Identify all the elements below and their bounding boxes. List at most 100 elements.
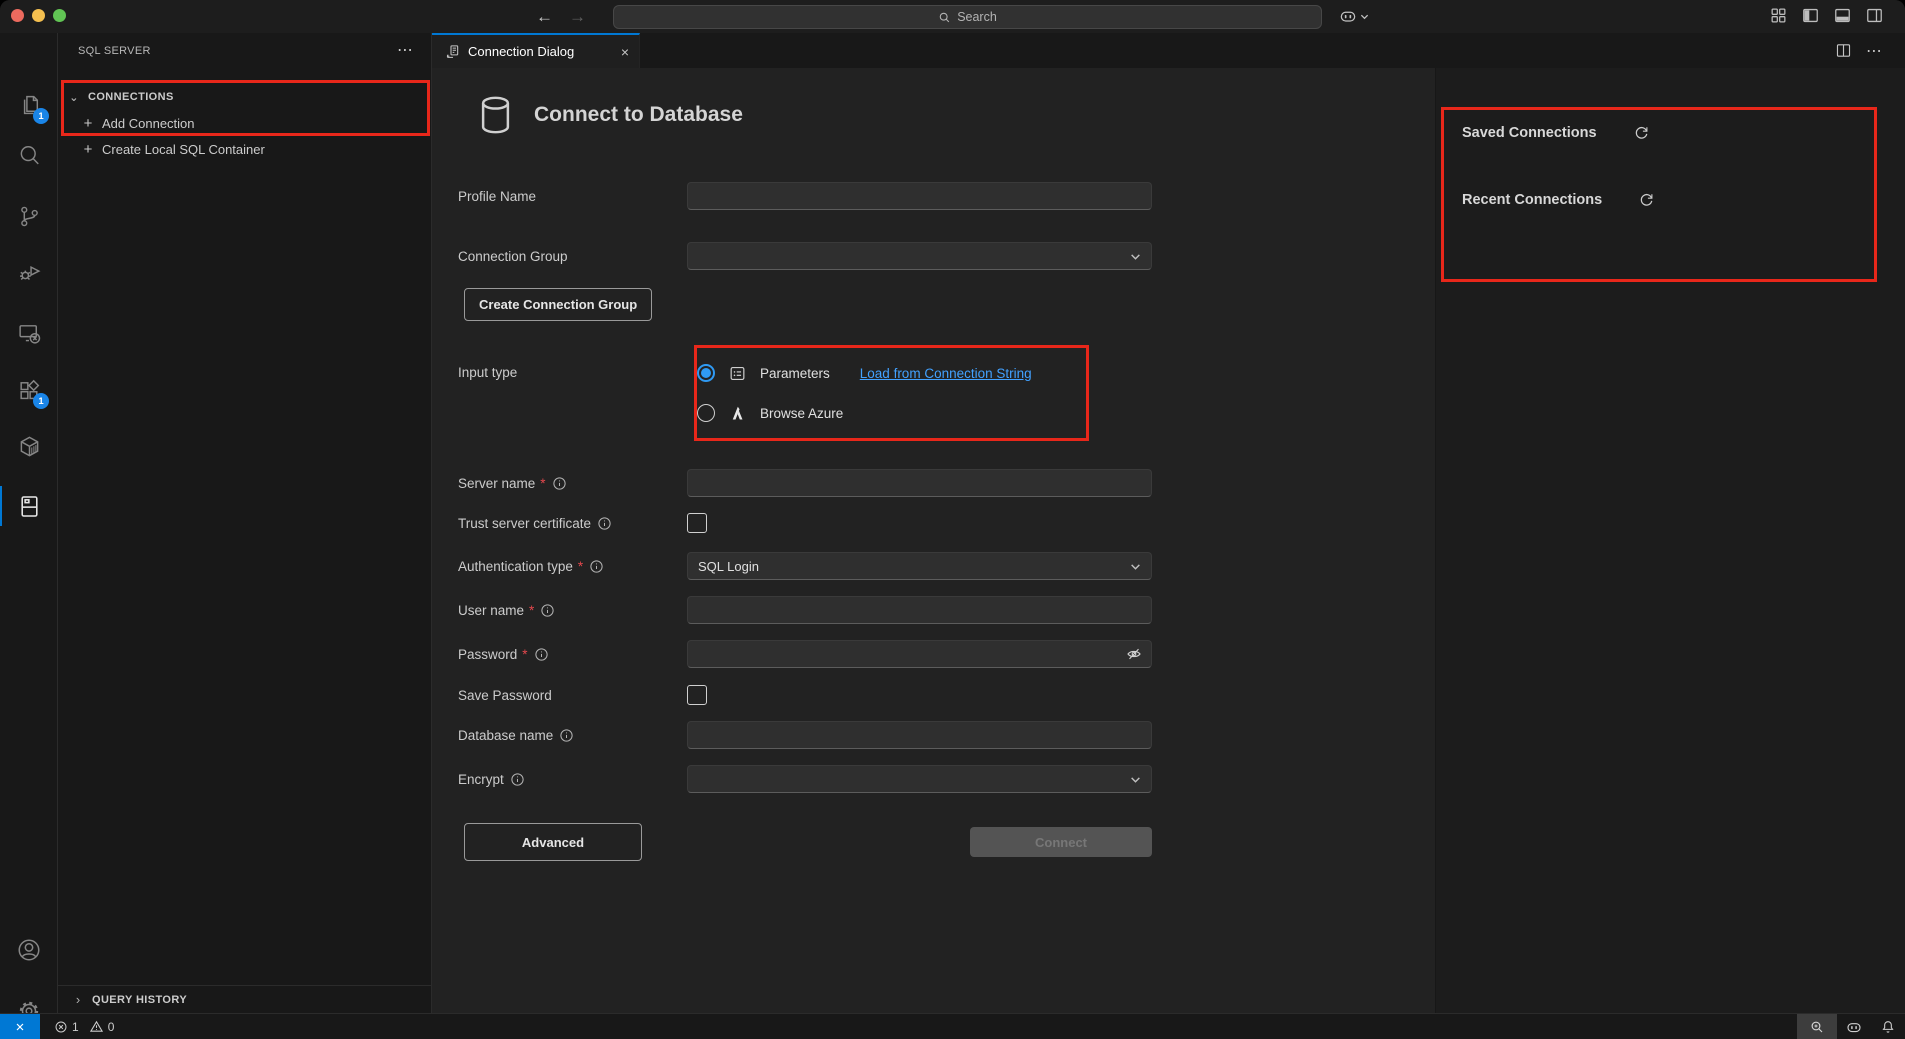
load-from-connection-string-link[interactable]: Load from Connection String (860, 366, 1032, 381)
create-connection-group-button[interactable]: Create Connection Group (464, 288, 652, 321)
user-name-label: User name (458, 603, 524, 618)
database-name-row: Database name (458, 721, 1435, 749)
zoom-window-button[interactable] (53, 9, 66, 22)
info-icon[interactable] (534, 647, 549, 662)
workbench: 1 1 (0, 33, 1905, 1013)
trust-cert-row: Trust server certificate (458, 513, 1435, 533)
customize-layout-icon[interactable] (1769, 6, 1788, 25)
connection-form: Connect to Database Profile Name Connect… (432, 68, 1436, 1013)
notifications-bell[interactable] (1871, 1014, 1905, 1039)
input-type-row: Input type Parameters Load from Connecti… (458, 356, 1435, 430)
chevron-down-icon (1130, 251, 1141, 262)
profile-name-input[interactable] (687, 182, 1152, 210)
toggle-panel-icon[interactable] (1833, 6, 1852, 25)
save-password-checkbox[interactable] (687, 685, 707, 705)
sidebar-sql-server: SQL SERVER ⋯ ⌄ CONNECTIONS + Add Connect… (58, 33, 432, 1013)
extensions-badge: 1 (33, 393, 49, 409)
editor-actions: ⋯ (1835, 33, 1905, 68)
connection-group-row: Connection Group (458, 242, 1435, 270)
explorer-icon[interactable]: 1 (0, 81, 58, 129)
info-icon[interactable] (510, 772, 525, 787)
encrypt-row: Encrypt (458, 765, 1435, 793)
zoom-status-item[interactable] (1797, 1014, 1837, 1039)
window-controls (11, 9, 66, 22)
layout-controls (1769, 6, 1884, 25)
vscode-window: ← → Search 1 (0, 0, 1905, 1039)
create-local-sql-container-item[interactable]: + Create Local SQL Container (58, 136, 431, 162)
toggle-primary-sidebar-icon[interactable] (1801, 6, 1820, 25)
warning-count: 0 (108, 1020, 115, 1034)
run-debug-icon[interactable] (0, 247, 58, 295)
refresh-icon[interactable] (1638, 191, 1655, 208)
add-connection-item[interactable]: + Add Connection (58, 110, 431, 136)
parameters-option: Parameters Load from Connection String (697, 356, 1152, 390)
info-icon[interactable] (540, 603, 555, 618)
accounts-icon[interactable] (0, 926, 58, 974)
plus-icon: + (80, 115, 96, 132)
profile-name-row: Profile Name (458, 182, 1435, 210)
encrypt-select[interactable] (687, 765, 1152, 793)
command-center-search[interactable]: Search (613, 5, 1322, 29)
connections-lists-panel: Saved Connections Recent Connections (1436, 68, 1905, 1013)
source-control-icon[interactable] (0, 192, 58, 240)
toggle-password-visibility-icon[interactable] (1125, 645, 1143, 663)
history-nav: ← → (536, 0, 586, 33)
editor-more-actions-icon[interactable]: ⋯ (1866, 41, 1882, 61)
info-icon[interactable] (597, 516, 612, 531)
input-type-label: Input type (458, 356, 687, 380)
required-asterisk: * (522, 647, 527, 662)
refresh-icon[interactable] (1633, 124, 1650, 141)
sidebar-header: SQL SERVER ⋯ (58, 33, 431, 68)
database-name-input[interactable] (687, 721, 1152, 749)
user-name-input[interactable] (687, 596, 1152, 624)
minimize-window-button[interactable] (32, 9, 45, 22)
browse-azure-radio[interactable] (697, 404, 715, 422)
parameters-radio[interactable] (697, 364, 715, 382)
info-icon[interactable] (559, 728, 574, 743)
trust-cert-checkbox[interactable] (687, 513, 707, 533)
toggle-secondary-sidebar-icon[interactable] (1865, 6, 1884, 25)
browse-azure-option: Browse Azure (697, 396, 1152, 430)
remote-explorer-icon[interactable] (0, 309, 58, 357)
password-label: Password (458, 647, 517, 662)
close-window-button[interactable] (11, 9, 24, 22)
auth-type-select[interactable]: SQL Login (687, 552, 1152, 580)
status-right-items (1797, 1014, 1905, 1039)
server-name-input[interactable] (687, 469, 1152, 497)
zoom-in-icon (1809, 1019, 1825, 1035)
info-icon[interactable] (589, 559, 604, 574)
parameters-label: Parameters (760, 366, 830, 381)
remote-indicator[interactable] (0, 1014, 40, 1039)
forward-icon[interactable]: → (569, 7, 586, 27)
info-icon[interactable] (552, 476, 567, 491)
connection-group-select[interactable] (687, 242, 1152, 270)
back-icon[interactable]: ← (536, 7, 553, 27)
sql-server-view-icon[interactable] (0, 482, 58, 530)
database-icon (479, 95, 512, 135)
close-tab-icon[interactable]: × (621, 44, 629, 60)
form-actions-row: Advanced Connect (458, 823, 1435, 861)
titlebar: ← → Search (0, 0, 1905, 33)
save-password-row: Save Password (458, 685, 1435, 705)
status-bar: 1 0 (0, 1013, 1905, 1039)
bell-icon (1880, 1019, 1896, 1035)
profile-name-label: Profile Name (458, 189, 687, 204)
copilot-status-item[interactable] (1837, 1014, 1871, 1039)
connections-section-header[interactable]: ⌄ CONNECTIONS (58, 84, 431, 110)
password-input[interactable] (687, 640, 1152, 668)
extensions-icon[interactable]: 1 (0, 366, 58, 414)
recent-connections-title: Recent Connections (1462, 192, 1602, 208)
trust-cert-label: Trust server certificate (458, 516, 591, 531)
saved-connections-row: Saved Connections (1462, 124, 1650, 141)
problems-status[interactable]: 1 0 (54, 1019, 120, 1034)
advanced-button[interactable]: Advanced (464, 823, 642, 861)
copilot-menu[interactable] (1338, 6, 1369, 26)
copilot-icon (1338, 6, 1358, 26)
search-view-icon[interactable] (0, 131, 58, 179)
tab-connection-dialog[interactable]: Connection Dialog × (432, 33, 640, 68)
sidebar-more-actions-icon[interactable]: ⋯ (397, 43, 413, 59)
connect-button[interactable]: Connect (970, 827, 1152, 857)
containers-icon[interactable] (0, 422, 58, 470)
query-history-section-header[interactable]: › QUERY HISTORY (58, 985, 431, 1013)
split-editor-icon[interactable] (1835, 42, 1852, 59)
